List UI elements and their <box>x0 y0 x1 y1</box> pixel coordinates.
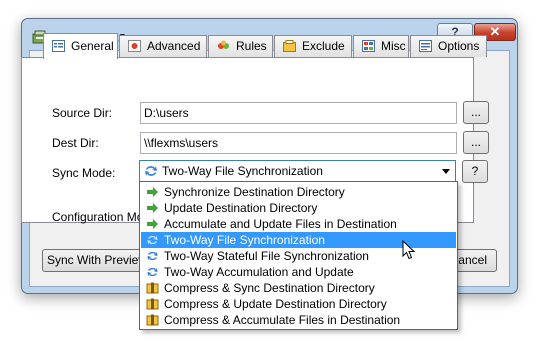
options-tab-icon <box>419 40 432 52</box>
green-arrow-icon <box>147 187 158 197</box>
list-item[interactable]: Compress & Accumulate Files in Destinati… <box>141 312 456 328</box>
source-browse-button[interactable]: ... <box>463 101 489 124</box>
exclude-tab-icon <box>283 40 296 52</box>
sync-mode-label: Sync Mode: <box>52 166 116 180</box>
sync-mode-value: Two-Way File Synchronization <box>162 164 323 178</box>
tab-misc-label: Misc <box>381 39 406 53</box>
two-way-sync-icon <box>147 251 158 261</box>
sync-mode-select[interactable]: Two-Way File Synchronization <box>139 160 456 182</box>
list-item[interactable]: Accumulate and Update Files in Destinati… <box>141 216 456 232</box>
green-arrow-icon <box>147 219 158 229</box>
tab-rules-label: Rules <box>236 39 267 53</box>
tab-exclude[interactable]: Exclude <box>274 35 352 57</box>
dest-browse-button[interactable]: ... <box>463 131 489 154</box>
sync-with-preview-button[interactable]: Sync With Preview, <box>42 249 142 272</box>
misc-tab-icon <box>362 40 375 52</box>
tab-advanced[interactable]: Advanced <box>119 35 207 57</box>
dest-dir-label: Dest Dir: <box>52 136 99 150</box>
sync-mode-help-button[interactable]: ? <box>462 160 488 183</box>
tab-general[interactable]: General <box>43 33 118 59</box>
list-item[interactable]: Compress & Update Destination Directory <box>141 296 456 312</box>
mouse-cursor-icon <box>402 240 416 260</box>
list-item[interactable]: Two-Way Accumulation and Update <box>141 264 456 280</box>
rules-tab-icon <box>218 40 229 49</box>
compress-icon <box>146 314 159 326</box>
list-item[interactable]: Compress & Sync Destination Directory <box>141 280 456 296</box>
two-way-sync-icon <box>147 235 158 245</box>
list-item[interactable]: Synchronize Destination Directory <box>141 184 456 200</box>
tab-general-label: General <box>71 39 114 53</box>
source-dir-label: Source Dir: <box>52 106 113 120</box>
tab-misc[interactable]: Misc <box>353 35 409 57</box>
green-arrow-icon <box>147 203 158 213</box>
advanced-tab-icon <box>128 40 141 52</box>
compress-icon <box>146 298 159 310</box>
two-way-sync-icon <box>147 267 158 277</box>
tab-options-label: Options <box>438 39 480 53</box>
tab-options[interactable]: Options <box>410 35 487 57</box>
tab-rules[interactable]: Rules <box>208 35 273 57</box>
dest-dir-input[interactable]: \\flexms\users <box>140 132 457 154</box>
source-dir-input[interactable]: D:\users <box>140 102 457 124</box>
configuration-mode-label: Configuration Mod <box>52 210 151 224</box>
compress-icon <box>146 282 159 294</box>
tab-exclude-label: Exclude <box>302 39 345 53</box>
chevron-down-icon <box>442 169 450 174</box>
two-way-sync-icon <box>145 166 157 176</box>
general-tab-icon <box>52 40 65 52</box>
list-item[interactable]: Update Destination Directory <box>141 200 456 216</box>
tab-advanced-label: Advanced <box>147 39 201 53</box>
